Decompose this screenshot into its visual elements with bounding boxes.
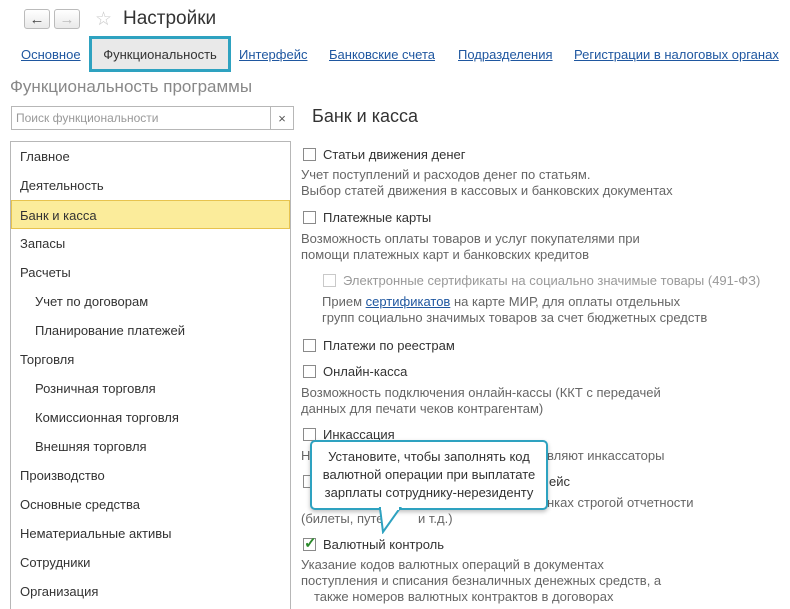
clear-button[interactable]: × (270, 107, 293, 129)
list-item-trade[interactable]: Торговля (11, 345, 290, 374)
option-label: Онлайн-касса (323, 364, 408, 379)
list-item-retail[interactable]: Розничная торговля (11, 374, 290, 403)
option-description: помощи платежных карт и банковских креди… (301, 247, 589, 262)
list-item-fixed-assets[interactable]: Основные средства (11, 490, 290, 519)
option-description: и т.д.) (418, 511, 453, 526)
tab-tax-registrations[interactable]: Регистрации в налоговых органах (574, 47, 779, 62)
e-certificates-checkbox[interactable] (323, 274, 336, 287)
tab-main[interactable]: Основное (21, 47, 81, 62)
option-label: Платежи по реестрам (323, 338, 455, 353)
callout-pointer (378, 506, 402, 534)
option-label: Электронные сертификаты на социально зна… (343, 273, 761, 288)
list-item-main[interactable]: Главное (11, 142, 290, 171)
currency-control-checkbox[interactable] (303, 534, 317, 552)
callout-line: валютной операции при выплатате (322, 467, 536, 482)
list-item-inventory[interactable]: Запасы (11, 229, 290, 258)
list-item-payment-planning[interactable]: Планирование платежей (11, 316, 290, 345)
online-cash-checkbox[interactable] (303, 365, 316, 378)
list-item-bank-cash[interactable]: Банк и касса (11, 200, 290, 229)
option-label: ейс (549, 474, 570, 489)
section-title: Функциональность программы (10, 77, 253, 96)
list-item-production[interactable]: Производство (11, 461, 290, 490)
close-icon: × (278, 110, 286, 126)
option-description: Н (301, 448, 311, 463)
group-heading: Банк и касса (312, 106, 418, 126)
option-description: групп социально значимых товаров за счет… (322, 310, 708, 325)
option-description: Прием сертификатов на карте МИР, для опл… (322, 294, 681, 309)
option-description: Указание кодов валютных операций в докум… (301, 557, 604, 572)
list-item-commission[interactable]: Комиссионная торговля (11, 403, 290, 432)
search-box: × (11, 106, 294, 130)
option-description: вляют инкассаторы (547, 448, 665, 463)
option-description: Учет поступлений и расходов денег по ста… (301, 167, 591, 182)
option-label: Статьи движения денег (323, 147, 466, 162)
certificates-link[interactable]: сертификатов (366, 294, 451, 309)
cashflow-items-checkbox[interactable] (303, 148, 316, 161)
back-button[interactable]: ← (24, 9, 50, 29)
list-item-foreign-trade[interactable]: Внешняя торговля (11, 432, 290, 461)
option-description: нках строгой отчетности (547, 495, 694, 510)
option-description: поступления и списания безналичных денеж… (301, 573, 662, 588)
list-item-contracts[interactable]: Учет по договорам (11, 287, 290, 316)
list-item-organization[interactable]: Организация (11, 577, 290, 606)
option-label: Валютный контроль (323, 537, 445, 552)
arrow-right-icon: → (59, 10, 75, 28)
payment-cards-checkbox[interactable] (303, 211, 316, 224)
callout-line: зарплаты сотруднику-нерезиденту (324, 485, 534, 500)
option-description: также номеров валютных контрактов в дого… (314, 589, 614, 604)
sections-list: Главное Деятельность Банк и касса Запасы… (10, 141, 291, 609)
star-icon[interactable]: ☆ (95, 8, 112, 31)
tab-functionality[interactable]: Функциональность (89, 36, 231, 72)
arrow-left-icon: ← (29, 10, 45, 28)
tab-bank-accounts[interactable]: Банковские счета (329, 47, 435, 62)
option-description: Возможность подключения онлайн-кассы (КК… (301, 385, 661, 400)
forward-button[interactable]: → (54, 9, 80, 29)
option-label: Платежные карты (323, 210, 432, 225)
option-description: Возможность оплаты товаров и услуг покуп… (301, 231, 640, 246)
list-item-activity[interactable]: Деятельность (11, 171, 290, 200)
registry-payments-checkbox[interactable] (303, 339, 316, 352)
tab-interface[interactable]: Интерфейс (239, 47, 307, 62)
option-description: Выбор статей движения в кассовых и банко… (301, 183, 673, 198)
search-input[interactable] (16, 108, 271, 128)
tab-departments[interactable]: Подразделения (458, 47, 553, 62)
callout-line: Установите, чтобы заполнять код (328, 449, 530, 464)
list-item-settlements[interactable]: Расчеты (11, 258, 290, 287)
option-description: данных для печати чеков контрагентам) (301, 401, 544, 416)
list-item-intangible-assets[interactable]: Нематериальные активы (11, 519, 290, 548)
hint-callout: Установите, чтобы заполнять код валютной… (310, 440, 548, 510)
list-item-employees[interactable]: Сотрудники (11, 548, 290, 577)
page-title: Настройки (123, 8, 217, 29)
